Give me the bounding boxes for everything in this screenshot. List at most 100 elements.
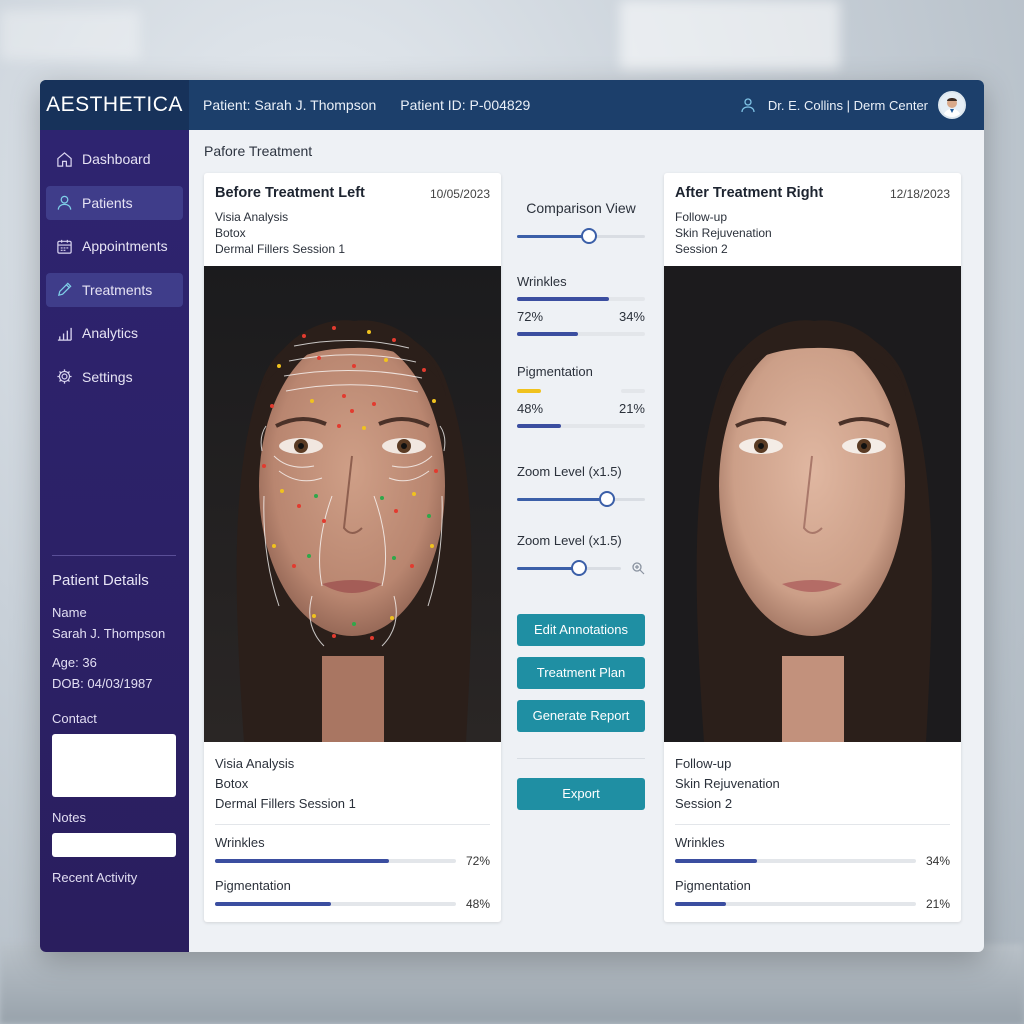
- after-foot-line: Follow-up: [675, 756, 732, 771]
- metric-value: 34%: [925, 854, 950, 868]
- before-foot-line: Dermal Fillers Session 1: [215, 796, 356, 811]
- before-swatch: [517, 389, 541, 393]
- calendar-icon: [57, 239, 72, 254]
- bar-chart-icon: [57, 327, 72, 341]
- center-pigmentation-label: Pigmentation: [517, 364, 593, 379]
- after-foot-line: Session 2: [675, 796, 733, 811]
- avatar[interactable]: [938, 91, 966, 119]
- background-floor: [0, 944, 1024, 1024]
- after-swatch: [621, 389, 645, 393]
- slider-thumb[interactable]: [571, 560, 588, 576]
- wrinkles-after-value: 34%: [618, 309, 645, 324]
- home-icon: [57, 151, 72, 167]
- before-card-date: 10/05/2023: [429, 187, 490, 201]
- center-wrinkles-label: Wrinkles: [517, 274, 567, 289]
- section-title: Pafore Treatment: [204, 143, 313, 159]
- patient-name-header: Patient: Sarah J. Thompson: [203, 97, 377, 113]
- sidebar-item-label: Settings: [82, 368, 133, 385]
- metric-label: Wrinkles: [215, 835, 265, 850]
- divider: [215, 824, 490, 825]
- center-pigmentation-values: 48% 21%: [517, 401, 645, 416]
- sidebar-item-patients[interactable]: Patients: [46, 185, 183, 220]
- metric-label: Pigmentation: [675, 878, 751, 893]
- after-face-photo[interactable]: [664, 266, 961, 742]
- after-card-footer: Follow-up Skin Rejuvenation Session 2 Wr…: [664, 742, 961, 911]
- treatment-plan-button[interactable]: Treatment Plan: [517, 657, 645, 689]
- center-wrinkles-after-bar: [517, 332, 645, 336]
- avatar-portrait-icon: [940, 93, 964, 117]
- after-treatment-card: After Treatment Right 12/18/2023 Follow-…: [664, 173, 961, 922]
- after-pigmentation-metric: Pigmentation 21%: [675, 878, 950, 911]
- gear-icon: [57, 369, 72, 384]
- patient-dob: DOB: 04/03/1987: [52, 676, 153, 691]
- metric-label: Pigmentation: [215, 878, 291, 893]
- metric-label: Wrinkles: [675, 835, 725, 850]
- patient-details-panel: Patient Details Name Sarah J. Thompson A…: [52, 520, 182, 885]
- sidebar-item-label: Appointments: [82, 238, 168, 254]
- notes-field[interactable]: [52, 833, 176, 857]
- center-wrinkles-before-bar: [517, 297, 645, 301]
- metric-value: 48%: [465, 897, 490, 911]
- after-card-line: Skin Rejuvenation: [675, 226, 772, 240]
- wrinkles-before-value: 72%: [517, 309, 544, 324]
- ceiling-light: [0, 10, 140, 60]
- user-icon: [741, 98, 755, 113]
- center-wrinkles-values: 72% 34%: [517, 309, 645, 324]
- sidebar-nav: Dashboard Patients Appointments Treatmen…: [40, 130, 189, 394]
- bar-fill: [215, 902, 331, 906]
- sidebar-item-appointments[interactable]: Appointments: [46, 229, 183, 263]
- bar-fill: [675, 902, 726, 906]
- slider-thumb[interactable]: [580, 228, 597, 244]
- bar-fill: [675, 859, 757, 863]
- before-treatment-card: Before Treatment Left 10/05/2023 Visia A…: [204, 173, 501, 922]
- user-menu[interactable]: Dr. E. Collins | Derm Center: [740, 91, 984, 119]
- sidebar-item-label: Analytics: [82, 325, 139, 341]
- after-wrinkles-bar: [675, 859, 916, 863]
- pigmentation-before-value: 48%: [517, 401, 544, 416]
- zoom-slider[interactable]: [517, 491, 645, 507]
- patient-age: Age: 36: [52, 655, 97, 670]
- slider-thumb[interactable]: [598, 491, 615, 507]
- center-pigmentation-legend: [517, 389, 645, 393]
- sidebar-item-treatments[interactable]: Treatments: [46, 272, 183, 307]
- zoom-level-label-2: Zoom Level (x1.5): [517, 533, 622, 548]
- zoom-icon[interactable]: [631, 561, 645, 575]
- after-foot-line: Skin Rejuvenation: [675, 776, 780, 791]
- contact-field[interactable]: [52, 734, 176, 797]
- sidebar-item-dashboard[interactable]: Dashboard: [46, 142, 183, 176]
- notes-label: Notes: [52, 810, 86, 825]
- user-icon: [57, 195, 72, 210]
- sidebar-item-settings[interactable]: Settings: [46, 360, 183, 394]
- before-card-footer: Visia Analysis Botox Dermal Fillers Sess…: [204, 742, 501, 911]
- comparison-controls: Comparison View Wrinkles 72% 34% Pigment…: [517, 200, 645, 810]
- metric-value: 72%: [465, 854, 490, 868]
- generate-report-button[interactable]: Generate Report: [517, 700, 645, 732]
- recent-activity-label[interactable]: Recent Activity: [52, 870, 182, 885]
- comparison-slider[interactable]: [517, 228, 645, 244]
- sidebar-item-label: Patients: [82, 194, 133, 211]
- app-window: AESTHETICA Patient: Sarah J. Thompson Pa…: [40, 80, 984, 952]
- contact-label: Contact: [52, 711, 97, 726]
- after-card-date: 12/18/2023: [889, 187, 950, 201]
- before-face-photo[interactable]: [204, 266, 501, 742]
- zoom-slider-2[interactable]: [517, 560, 621, 576]
- before-pigmentation-metric: Pigmentation 48%: [215, 878, 490, 911]
- metric-value: 21%: [925, 897, 950, 911]
- sidebar-item-analytics[interactable]: Analytics: [46, 316, 183, 350]
- before-card-header: Before Treatment Left 10/05/2023 Visia A…: [204, 173, 501, 266]
- after-pigmentation-bar: [675, 902, 916, 906]
- brand-logo[interactable]: AESTHETICA: [40, 80, 189, 130]
- ceiling-light: [620, 0, 840, 70]
- user-name: Dr. E. Collins | Derm Center: [767, 97, 928, 113]
- sidebar: Dashboard Patients Appointments Treatmen…: [40, 130, 189, 952]
- before-card-line: Visia Analysis: [215, 210, 289, 224]
- before-foot-line: Botox: [215, 776, 249, 791]
- patient-details-title: Patient Details: [52, 572, 149, 589]
- export-button[interactable]: Export: [517, 778, 645, 810]
- sidebar-item-label: Dashboard: [82, 151, 151, 167]
- before-card-line: Dermal Fillers Session 1: [215, 242, 346, 256]
- edit-annotations-button[interactable]: Edit Annotations: [517, 614, 645, 646]
- main-content: Pafore Treatment Before Treatment Left 1…: [189, 130, 984, 952]
- name-label: Name: [52, 605, 87, 620]
- patient-id-header: Patient ID: P-004829: [400, 97, 531, 113]
